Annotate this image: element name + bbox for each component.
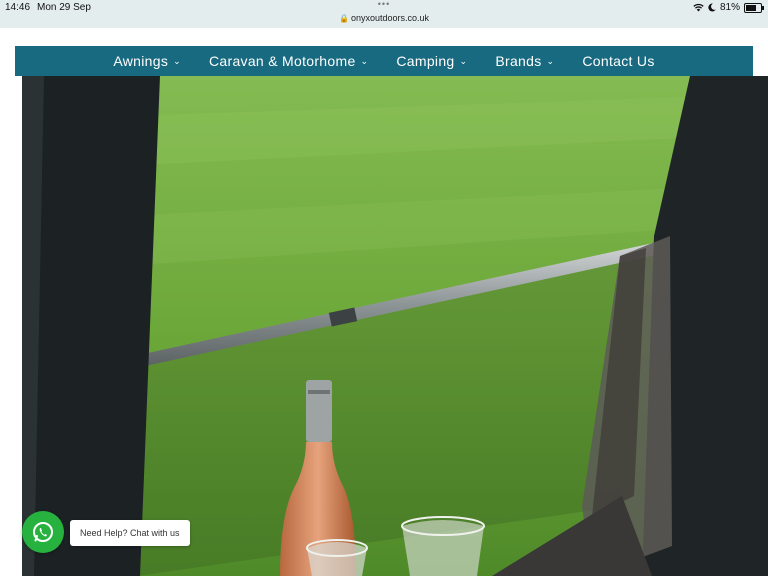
nav-item-awnings[interactable]: Awnings ⌄: [113, 53, 181, 69]
main-nav: Awnings ⌄ Caravan & Motorhome ⌄ Camping …: [15, 46, 753, 76]
status-time: 14:46: [5, 2, 31, 13]
nav-item-label: Brands: [495, 53, 542, 69]
battery-icon: [744, 2, 764, 13]
status-indicators: 81%: [693, 2, 764, 13]
nav-item-brands[interactable]: Brands ⌄: [495, 53, 554, 69]
chevron-down-icon: ⌄: [360, 55, 369, 66]
nav-item-caravan-motorhome[interactable]: Caravan & Motorhome ⌄: [209, 53, 368, 69]
chevron-down-icon: ⌄: [459, 55, 468, 66]
nav-item-label: Awnings: [113, 53, 169, 69]
chevron-down-icon: ⌄: [546, 55, 555, 66]
wifi-icon: [693, 3, 704, 12]
whatsapp-icon: [33, 522, 53, 542]
chevron-down-icon: ⌄: [173, 55, 181, 66]
nav-item-label: Camping: [396, 53, 455, 69]
moon-icon: [708, 3, 716, 12]
lock-icon: 🔒: [338, 14, 349, 23]
status-bar: 14:46 Mon 29 Sep ••• 🔒 onyxoutdoors.co.uk…: [0, 0, 768, 28]
nav-item-label: Contact Us: [582, 53, 655, 69]
tab-dots-icon[interactable]: •••: [372, 0, 396, 9]
url-text: onyxoutdoors.co.uk: [350, 13, 429, 23]
hero-image: [22, 76, 768, 576]
nav-item-camping[interactable]: Camping ⌄: [396, 53, 467, 69]
status-date: Mon 29 Sep: [37, 2, 91, 13]
battery-percent: 81%: [719, 2, 740, 13]
nav-item-label: Caravan & Motorhome: [208, 53, 356, 69]
chat-help-label[interactable]: Need Help? Chat with us: [70, 520, 190, 546]
nav-item-contact-us[interactable]: Contact Us: [582, 53, 654, 69]
address-bar[interactable]: 🔒 onyxoutdoors.co.uk: [0, 13, 768, 23]
whatsapp-chat-button[interactable]: [22, 511, 64, 553]
